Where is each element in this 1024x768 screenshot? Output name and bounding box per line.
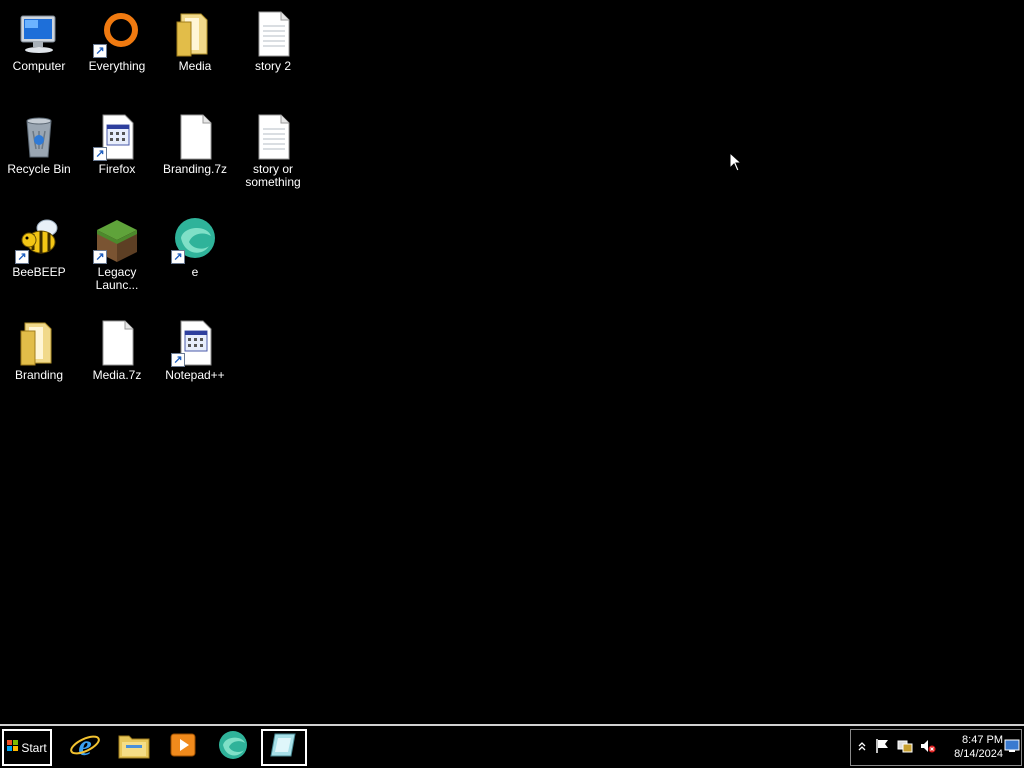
desktop-icon-legacy-launcher[interactable]: ↗ Legacy Launc... (79, 210, 155, 292)
clock-date: 8/14/2024 (954, 748, 1003, 760)
clock[interactable]: 8:47 PM 8/14/2024 (941, 733, 1003, 761)
shortcut-arrow-icon: ↗ (171, 353, 185, 367)
shortcut-arrow-icon: ↗ (93, 250, 107, 264)
taskbar-internet-explorer-button[interactable]: e (62, 729, 108, 766)
icon-label: Computer (12, 59, 66, 73)
desktop-icon-branding-folder[interactable]: Branding (1, 313, 77, 382)
computer-icon (15, 10, 63, 58)
windows-logo-icon (7, 740, 19, 755)
recycle-bin-icon (15, 113, 63, 161)
taskbar-file-explorer-button[interactable] (111, 729, 157, 766)
network-button[interactable] (896, 739, 914, 757)
bee-icon: ↗ (15, 216, 63, 264)
icon-label: Notepad++ (165, 368, 225, 382)
clock-time: 8:47 PM (962, 734, 1003, 746)
blank-file-icon (171, 113, 219, 161)
edge-icon: ↗ (171, 216, 219, 264)
text-file-icon (249, 10, 297, 58)
shortcut-arrow-icon: ↗ (171, 250, 185, 264)
icon-label: e (191, 265, 199, 279)
desktop-icon-story-2[interactable]: story 2 (235, 4, 311, 73)
icon-label: story or something (245, 162, 301, 189)
taskbar-notepad-button[interactable] (261, 729, 307, 766)
desktop-icon-e[interactable]: ↗ e (157, 210, 233, 279)
blank-file-icon (93, 319, 141, 367)
shortcut-arrow-icon: ↗ (15, 250, 29, 264)
notepadpp-icon: ↗ (171, 319, 219, 367)
icon-label: Media.7z (92, 368, 142, 382)
desktop-icon-media-7z[interactable]: Media.7z (79, 313, 155, 382)
show-hidden-icons-button[interactable] (853, 739, 871, 757)
desktop-icon-firefox[interactable]: ↗ Firefox (79, 107, 155, 176)
icon-label: Recycle Bin (7, 162, 71, 176)
start-button[interactable]: Start (2, 729, 52, 766)
desktop-icon-recycle-bin[interactable]: Recycle Bin (1, 107, 77, 176)
chevron-up-icon (858, 739, 866, 757)
icon-label: story 2 (254, 59, 291, 73)
flag-icon (874, 738, 890, 759)
network-icon (897, 738, 913, 759)
minecraft-block-icon: ↗ (93, 216, 141, 264)
taskbar: Start e 8:47 PM 8/14/2024 (0, 724, 1024, 768)
taskbar-media-player-button[interactable] (160, 729, 206, 766)
desktop-icon-everything[interactable]: ↗ Everything (79, 4, 155, 73)
shortcut-arrow-icon: ↗ (93, 44, 107, 58)
desktop-icon-computer[interactable]: Computer (1, 4, 77, 73)
file-explorer-icon (117, 730, 151, 765)
action-center-button[interactable] (873, 738, 891, 759)
mouse-cursor-icon (729, 151, 743, 177)
shortcut-arrow-icon: ↗ (93, 147, 107, 161)
everything-icon: ↗ (93, 10, 141, 58)
folder-icon (15, 319, 63, 367)
volume-muted-icon (920, 738, 936, 759)
firefox-icon: ↗ (93, 113, 141, 161)
icon-label: Branding (14, 368, 64, 382)
desktop-icon-notepadpp[interactable]: ↗ Notepad++ (157, 313, 233, 382)
icon-label: Everything (88, 59, 146, 73)
media-player-icon (168, 730, 198, 765)
desktop-icon-beebeep[interactable]: ↗ BeeBEEP (1, 210, 77, 279)
start-label: Start (21, 740, 47, 755)
system-tray: 8:47 PM 8/14/2024 (850, 729, 1022, 766)
desktop[interactable]: Computer Recycle Bin ↗ BeeBEEP Branding … (0, 0, 1024, 724)
show-desktop-button[interactable] (1003, 739, 1021, 757)
folder-icon (171, 10, 219, 58)
taskbar-edge-button[interactable] (210, 729, 256, 766)
internet-explorer-icon: e (69, 729, 101, 766)
icon-label: Legacy Launc... (95, 265, 139, 292)
show-desktop-icon (1004, 739, 1020, 758)
icon-label: BeeBEEP (12, 265, 66, 279)
icon-label: Media (178, 59, 212, 73)
notepad-icon (269, 730, 299, 765)
icon-label: Firefox (98, 162, 136, 176)
desktop-icon-branding-7z[interactable]: Branding.7z (157, 107, 233, 176)
icon-label: Branding.7z (162, 162, 228, 176)
volume-button[interactable] (919, 739, 937, 757)
desktop-icon-story-or-something[interactable]: story or something (235, 107, 311, 189)
edge-icon (217, 729, 249, 766)
svg-text:e: e (78, 729, 91, 761)
desktop-icon-media-folder[interactable]: Media (157, 4, 233, 73)
text-file-icon (249, 113, 297, 161)
